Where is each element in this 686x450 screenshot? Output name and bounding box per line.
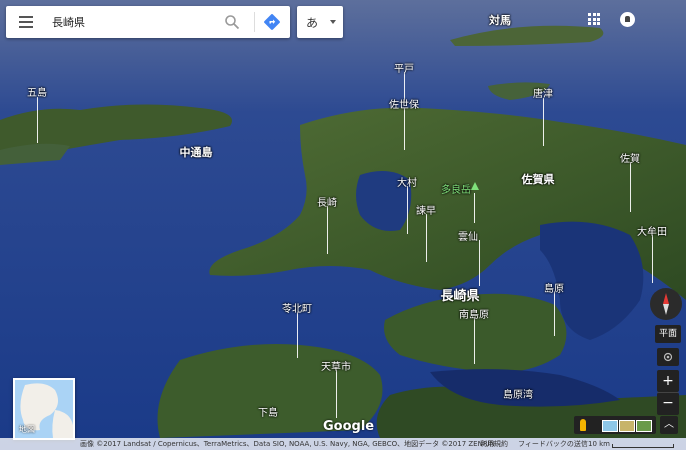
place-label-shimabara[interactable]: 島原: [544, 280, 564, 295]
place-label-isahaya[interactable]: 諫早: [416, 202, 436, 217]
pin-line: [474, 193, 475, 223]
place-label-unzen[interactable]: 雲仙: [458, 228, 478, 243]
map-type-toggle[interactable]: 地図: [13, 378, 75, 440]
my-location-button[interactable]: [657, 348, 679, 366]
pegman-icon[interactable]: [580, 419, 586, 431]
place-label-saga-city[interactable]: 佐賀: [620, 150, 640, 165]
pin-line: [630, 162, 631, 212]
location-icon: [663, 352, 673, 362]
scale-label: 10 km: [588, 440, 611, 448]
pin-line: [426, 214, 427, 262]
place-label-nakadori[interactable]: 中通島: [180, 144, 213, 160]
feedback-link[interactable]: フィードバックの送信: [518, 438, 588, 450]
pin-line: [543, 98, 544, 146]
pin-line: [404, 108, 405, 150]
place-label-nagasaki[interactable]: 長崎: [317, 194, 337, 209]
pin-line: [554, 292, 555, 336]
apps-grid-icon[interactable]: [588, 13, 600, 25]
flat-view-button[interactable]: 平面: [655, 325, 681, 343]
directions-icon[interactable]: [263, 13, 281, 31]
imagery-strip[interactable]: [574, 416, 656, 434]
zoom-out-button[interactable]: −: [657, 392, 679, 415]
pin-line: [336, 370, 337, 418]
attribution-bar: 画像 ©2017 Landsat / Copernicus、TerraMetri…: [0, 438, 686, 450]
place-label-tara[interactable]: 多良岳: [441, 181, 471, 196]
chevron-down-icon: [330, 20, 336, 24]
search-box[interactable]: 長崎県: [6, 6, 290, 38]
imagery-credit: 画像 ©2017 Landsat / Copernicus、TerraMetri…: [80, 440, 495, 448]
divider: [254, 12, 255, 32]
place-label-karatsu[interactable]: 唐津: [533, 85, 553, 100]
pin-line: [479, 240, 480, 286]
pin-line: [407, 186, 408, 234]
map-type-label: 地図: [19, 425, 35, 434]
input-method-label: あ: [306, 16, 319, 30]
place-label-reihoku[interactable]: 苓北町: [282, 300, 312, 315]
place-label-omuta[interactable]: 大牟田: [637, 223, 667, 238]
pin-line: [327, 206, 328, 254]
zoom-in-button[interactable]: +: [657, 370, 679, 392]
google-logo: Google: [323, 419, 375, 434]
place-label-goto[interactable]: 五島: [27, 84, 47, 99]
imagery-thumb-icon[interactable]: [619, 420, 635, 432]
expand-icon[interactable]: ︿: [660, 416, 678, 434]
place-label-omura[interactable]: 大村: [397, 174, 417, 189]
place-label-saga-pref[interactable]: 佐賀県: [522, 171, 555, 187]
scale-bar: [612, 444, 674, 448]
menu-icon[interactable]: [19, 16, 33, 28]
input-method-button[interactable]: あ: [297, 6, 343, 38]
place-label-minamishimabara[interactable]: 南島原: [459, 306, 489, 321]
place-label-shimo[interactable]: 下島: [258, 404, 278, 419]
pin-line: [37, 97, 38, 143]
place-label-amakusa[interactable]: 天草市: [321, 358, 351, 373]
search-input[interactable]: 長崎県: [52, 14, 85, 30]
pin-line: [297, 312, 298, 358]
imagery-thumb-icon[interactable]: [602, 420, 618, 432]
mountain-icon: [471, 182, 479, 190]
pin-line: [652, 235, 653, 283]
compass-icon[interactable]: [650, 288, 682, 320]
place-label-sasebo[interactable]: 佐世保: [389, 96, 419, 111]
place-label-hirado[interactable]: 平戸: [394, 60, 414, 75]
satellite-map[interactable]: 対馬 五島 平戸 佐世保 唐津 中通島 佐賀 大村 多良岳 佐賀県 長崎 諫早 …: [0, 0, 686, 450]
map-imagery: [0, 0, 686, 450]
imagery-thumb-icon[interactable]: [636, 420, 652, 432]
place-label-shimabara-bay[interactable]: 島原湾: [503, 386, 533, 401]
place-label-nagasaki-pref[interactable]: 長崎県: [440, 285, 479, 304]
account-icon[interactable]: [620, 12, 635, 27]
search-icon[interactable]: [224, 14, 240, 30]
pin-line: [474, 318, 475, 364]
terms-link[interactable]: 利用規約: [480, 438, 508, 450]
place-label-tsushima[interactable]: 対馬: [489, 12, 511, 28]
